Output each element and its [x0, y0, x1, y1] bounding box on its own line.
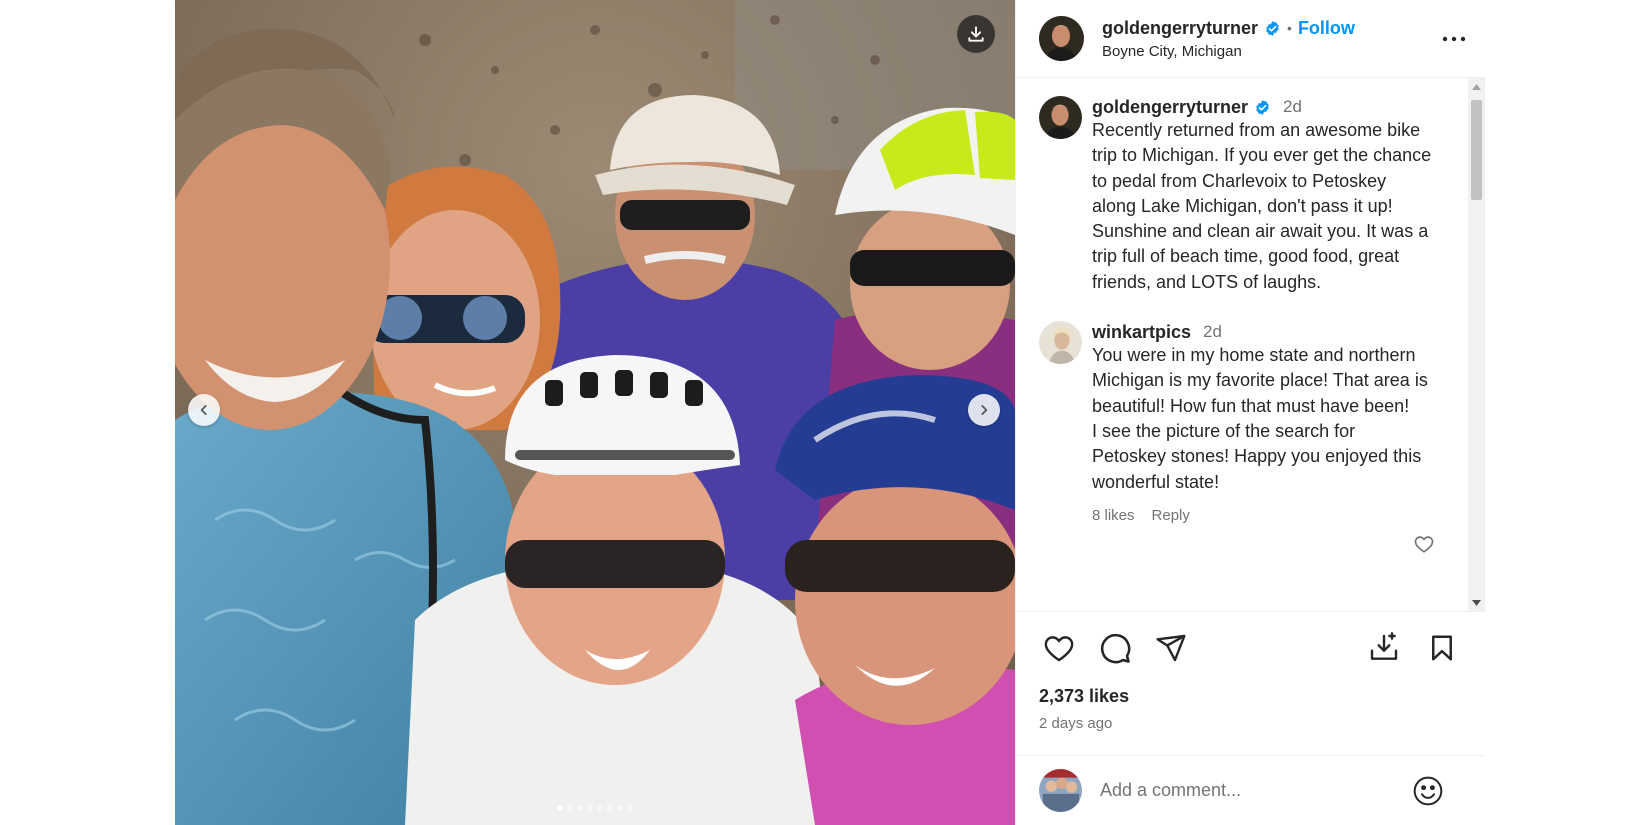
instagram-post: goldengerryturner • Follow Boyne City, M… [175, 0, 1485, 825]
carousel-indicator [175, 805, 1015, 811]
download-icon [968, 26, 984, 42]
caption-time[interactable]: 2d [1283, 96, 1302, 118]
carousel-dot [567, 805, 573, 811]
emoji-button[interactable] [1411, 774, 1445, 808]
commenter-username[interactable]: winkartpics [1092, 321, 1191, 343]
current-user-avatar-image [1039, 769, 1082, 812]
post-media[interactable] [175, 0, 1015, 825]
more-options-button[interactable] [1439, 24, 1469, 54]
download-to-collection-icon [1370, 632, 1398, 660]
post-date[interactable]: 2 days ago [1039, 715, 1462, 732]
carousel-dot [627, 805, 633, 811]
carousel-dot [557, 805, 563, 811]
comments-list[interactable]: goldengerryturner 2d Recently returned f… [1016, 78, 1485, 611]
author-avatar[interactable] [1039, 16, 1084, 61]
post-header: goldengerryturner • Follow Boyne City, M… [1016, 0, 1485, 78]
carousel-dot [587, 805, 593, 811]
post-location[interactable]: Boyne City, Michigan [1102, 43, 1439, 60]
group-selfie-photo [175, 0, 1015, 825]
comment-bubble-icon [1100, 633, 1131, 664]
caret-up-icon [1472, 83, 1481, 90]
commenter-avatar-image [1039, 321, 1082, 365]
caret-down-icon [1472, 599, 1481, 606]
download-button[interactable] [957, 15, 995, 53]
likes-count[interactable]: 2,373 likes [1039, 686, 1462, 707]
author-avatar-image [1039, 16, 1084, 61]
add-comment-bar [1016, 755, 1485, 825]
chevron-left-icon [200, 405, 207, 415]
action-bar [1039, 628, 1462, 668]
caption-username[interactable]: goldengerryturner [1092, 96, 1248, 118]
comment-likes-count[interactable]: 8 likes [1092, 507, 1135, 524]
author-username[interactable]: goldengerryturner [1102, 18, 1258, 39]
commenter-avatar[interactable] [1039, 321, 1082, 365]
bookmark-button[interactable] [1422, 628, 1462, 668]
smiley-icon [1413, 776, 1443, 805]
comment-text: You were in my home state and northern M… [1092, 345, 1428, 492]
comment-item: winkartpics 2d You were in my home state… [1039, 321, 1445, 524]
post-actions-section: 2,373 likes 2 days ago [1016, 611, 1485, 732]
comment-time[interactable]: 2d [1203, 321, 1222, 343]
verified-badge-icon [1266, 20, 1279, 36]
carousel-dot [617, 805, 623, 811]
chevron-right-icon [981, 405, 988, 415]
previous-slide-button[interactable] [188, 394, 220, 426]
save-to-collection-button[interactable] [1364, 628, 1404, 668]
scroll-down-arrow[interactable] [1468, 594, 1485, 611]
caption-author-avatar[interactable] [1039, 96, 1082, 139]
header-separator: • [1287, 20, 1292, 36]
share-button[interactable] [1151, 628, 1191, 668]
more-options-icon [1442, 36, 1466, 41]
paper-plane-icon [1156, 634, 1186, 662]
like-button[interactable] [1039, 628, 1079, 668]
scrollbar-thumb[interactable] [1471, 100, 1482, 200]
scroll-up-arrow[interactable] [1468, 78, 1485, 95]
comment-reply-button[interactable]: Reply [1152, 507, 1190, 524]
heart-icon [1044, 636, 1074, 662]
bookmark-icon [1432, 635, 1452, 661]
carousel-dot [577, 805, 583, 811]
comments-scrollbar[interactable] [1468, 78, 1485, 611]
post-side-panel: goldengerryturner • Follow Boyne City, M… [1015, 0, 1485, 825]
heart-icon [1414, 536, 1434, 553]
comment-input[interactable] [1100, 780, 1411, 801]
caption-text: Recently returned from an awesome bike t… [1092, 120, 1432, 292]
comment-like-button[interactable] [1413, 533, 1435, 560]
comment-button[interactable] [1095, 628, 1135, 668]
carousel-dot [607, 805, 613, 811]
verified-badge-icon [1256, 99, 1269, 115]
carousel-dot [597, 805, 603, 811]
caption-avatar-image [1039, 96, 1082, 139]
caption: goldengerryturner 2d Recently returned f… [1039, 96, 1445, 295]
follow-button[interactable]: Follow [1298, 18, 1355, 39]
current-user-avatar [1039, 769, 1082, 812]
next-slide-button[interactable] [968, 394, 1000, 426]
